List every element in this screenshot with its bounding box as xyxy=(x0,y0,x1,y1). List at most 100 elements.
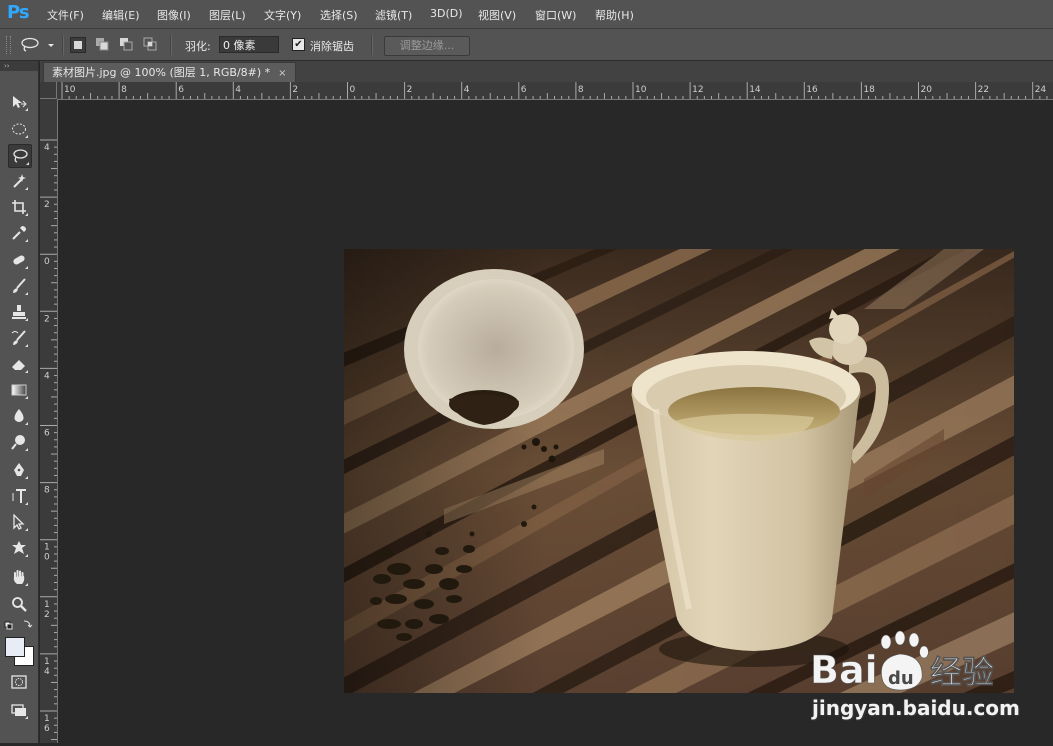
zoom-icon xyxy=(12,597,27,612)
ruler-label: 24 xyxy=(1035,85,1047,95)
toolbox-collapse-button[interactable]: ›› xyxy=(0,61,38,71)
hand-tool[interactable] xyxy=(8,566,30,588)
options-bar: 羽化: 0 像素 ✔ 消除锯齿 调整边缘... xyxy=(0,29,1053,61)
spot-healing-tool[interactable] xyxy=(8,249,30,271)
elliptical-marquee-tool[interactable] xyxy=(8,118,30,140)
ruler-label: 2 xyxy=(44,200,50,210)
screen-mode-button[interactable] xyxy=(8,699,30,721)
intersect-selection-icon xyxy=(143,37,157,51)
ruler-label: 20 xyxy=(921,85,933,95)
new-selection-icon xyxy=(74,41,82,49)
subtract-selection-icon xyxy=(120,38,133,51)
ruler-label: 6 xyxy=(44,429,50,439)
lasso-icon xyxy=(21,37,54,52)
pen-tool[interactable] xyxy=(8,459,30,481)
ruler-label: 6 xyxy=(178,85,184,95)
new-selection-button[interactable] xyxy=(70,37,86,53)
foreground-color-swatch[interactable] xyxy=(5,637,25,657)
menu-window[interactable]: 窗口(W) xyxy=(535,7,576,23)
ruler-label: 2 xyxy=(44,610,50,620)
ruler-origin[interactable] xyxy=(40,82,57,99)
tool-preset-picker[interactable] xyxy=(20,37,56,53)
ruler-label: 8 xyxy=(44,486,50,496)
swap-colors-icon xyxy=(4,620,33,630)
menu-select[interactable]: 选择(S) xyxy=(320,7,358,23)
antialias-checkbox[interactable]: ✔ xyxy=(292,38,305,51)
add-to-selection-button[interactable] xyxy=(95,37,109,51)
baidu-logo: Bai du 经验 xyxy=(810,630,994,692)
quick-mask-icon xyxy=(11,675,27,689)
crop-tool[interactable] xyxy=(8,196,30,218)
menu-layer[interactable]: 图层(L) xyxy=(209,7,246,23)
vertical-ruler-ticks: 420246810121416 xyxy=(40,139,57,741)
ruler-label: 2 xyxy=(292,85,298,95)
ruler-label: 22 xyxy=(978,85,989,95)
ruler-label: 10 xyxy=(64,85,76,95)
ruler-label: 4 xyxy=(44,371,50,381)
ruler-label: 1 xyxy=(44,714,50,724)
move-tool[interactable] xyxy=(8,91,30,113)
ruler-label: 16 xyxy=(806,85,818,95)
menu-bar: Ps 文件(F) 编辑(E) 图像(I) 图层(L) 文字(Y) 选择(S) 滤… xyxy=(0,0,1053,29)
custom-shape-tool[interactable] xyxy=(8,537,30,559)
type-tool[interactable] xyxy=(8,485,30,507)
menu-help[interactable]: 帮助(H) xyxy=(595,7,634,23)
ruler-label: 0 xyxy=(44,553,50,563)
refine-edge-button[interactable]: 调整边缘... xyxy=(384,36,470,56)
eraser-tool[interactable] xyxy=(8,353,30,375)
close-icon[interactable]: × xyxy=(278,68,286,79)
horizontal-ruler-ticks: 10 8 6 4 2 0 2 4 6 8 10 12 14 16 18 20 22 24 xyxy=(61,82,1048,99)
ruler-label: 2 xyxy=(407,85,413,95)
document-image[interactable] xyxy=(344,249,1014,693)
default-colors-swap[interactable] xyxy=(4,619,34,631)
ruler-label: 18 xyxy=(863,85,875,95)
path-selection-tool[interactable] xyxy=(8,511,30,533)
intersect-selection-button[interactable] xyxy=(143,37,157,51)
baidu-logo-left: Bai xyxy=(810,648,878,692)
blur-tool[interactable] xyxy=(8,405,30,427)
ruler-label: 1 xyxy=(44,657,50,667)
baidu-logo-right: du xyxy=(888,668,914,689)
ruler-label: 4 xyxy=(44,667,50,677)
horizontal-ruler[interactable]: 10 8 6 4 2 0 2 4 6 8 10 12 14 16 18 20 22 24 xyxy=(40,82,1053,100)
quick-mask-button[interactable] xyxy=(8,671,30,693)
ruler-label: 6 xyxy=(44,724,50,734)
ruler-label: 2 xyxy=(44,314,50,324)
document-tab[interactable]: 素材图片.jpg @ 100% (图层 1, RGB/8#) * × xyxy=(43,62,296,83)
clone-stamp-tool[interactable] xyxy=(8,301,30,323)
brush-tool[interactable] xyxy=(8,275,30,297)
document-tab-title: 素材图片.jpg @ 100% (图层 1, RGB/8#) * xyxy=(52,66,271,79)
menu-file[interactable]: 文件(F) xyxy=(47,7,84,23)
history-brush-tool[interactable] xyxy=(8,327,30,349)
tea-cup-photo xyxy=(344,249,1014,693)
ruler-label: 10 xyxy=(635,85,647,95)
menu-image[interactable]: 图像(I) xyxy=(157,7,191,23)
dodge-tool[interactable] xyxy=(8,431,30,453)
options-grip[interactable] xyxy=(6,36,11,54)
antialias-label: 消除锯齿 xyxy=(310,40,354,53)
separator xyxy=(170,35,172,55)
add-selection-icon xyxy=(96,38,109,51)
ruler-label: 4 xyxy=(464,85,470,95)
ruler-label: 8 xyxy=(578,85,584,95)
ruler-label: 1 xyxy=(44,543,50,553)
magic-wand-tool[interactable] xyxy=(8,170,30,192)
menu-view[interactable]: 视图(V) xyxy=(478,7,516,23)
eyedropper-tool[interactable] xyxy=(8,222,30,244)
watermark-url: jingyan.baidu.com xyxy=(812,696,1020,720)
menu-3d[interactable]: 3D(D) xyxy=(430,7,463,20)
ruler-label: 14 xyxy=(749,85,761,95)
lasso-tool[interactable] xyxy=(8,144,32,168)
feather-input[interactable]: 0 像素 xyxy=(219,36,279,53)
menu-type[interactable]: 文字(Y) xyxy=(264,7,301,23)
color-swatches[interactable] xyxy=(5,637,35,667)
gradient-tool[interactable] xyxy=(8,379,30,401)
document-tab-strip: 素材图片.jpg @ 100% (图层 1, RGB/8#) * × xyxy=(40,61,1053,83)
zoom-tool[interactable] xyxy=(8,593,30,615)
vertical-ruler[interactable]: 420246810121416 xyxy=(40,99,58,743)
menu-edit[interactable]: 编辑(E) xyxy=(102,7,140,23)
subtract-from-selection-button[interactable] xyxy=(119,37,133,51)
photoshop-logo: Ps xyxy=(7,2,30,23)
toolbox: ›› xyxy=(0,61,39,743)
menu-filter[interactable]: 滤镜(T) xyxy=(375,7,412,23)
